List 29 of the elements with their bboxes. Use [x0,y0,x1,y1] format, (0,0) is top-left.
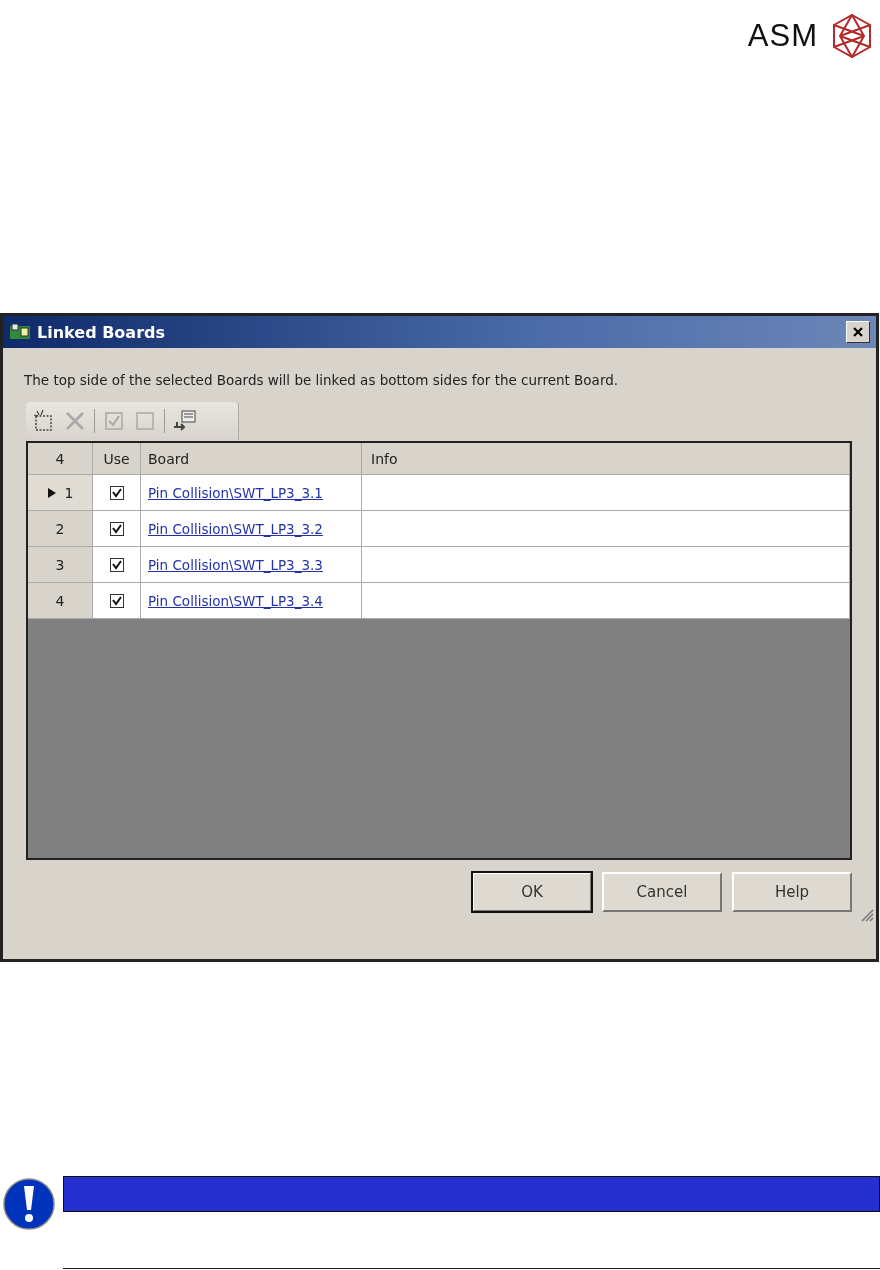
column-header: Use [93,443,141,475]
checkbox[interactable] [109,593,124,608]
close-button[interactable] [846,321,870,343]
column-header: 4 [28,443,93,475]
instruction-text: The top side of the selected Boards will be linked as bottom sides for the current Board. [24,372,620,388]
column-header: Board [141,443,362,475]
logo-icon [832,14,872,58]
dialog-button[interactable]: Cancel [602,872,722,912]
checkbox-empty-icon [133,409,157,433]
dialog-button[interactable]: Help [732,872,852,912]
window-title: Linked Boards [37,322,166,342]
column-header: Info [362,443,850,475]
logo-text: ASM [747,18,818,54]
board-icon [9,323,31,341]
row-number: 3 [54,556,66,573]
row-number: 2 [54,520,66,537]
row-number: 1 [63,484,75,501]
exclamation-icon [3,1178,55,1230]
resize-grip-icon [860,908,874,922]
close-icon [853,327,863,337]
toolbar-button[interactable] [172,409,196,433]
checkbox[interactable] [109,485,124,500]
row-pointer-icon [48,487,56,498]
row-number: 4 [54,592,66,609]
checkbox-checked-icon [102,409,126,433]
dialog-button[interactable]: OK [472,872,592,912]
link-board-icon [172,409,196,433]
checkbox[interactable] [109,521,124,536]
checkbox[interactable] [109,557,124,572]
